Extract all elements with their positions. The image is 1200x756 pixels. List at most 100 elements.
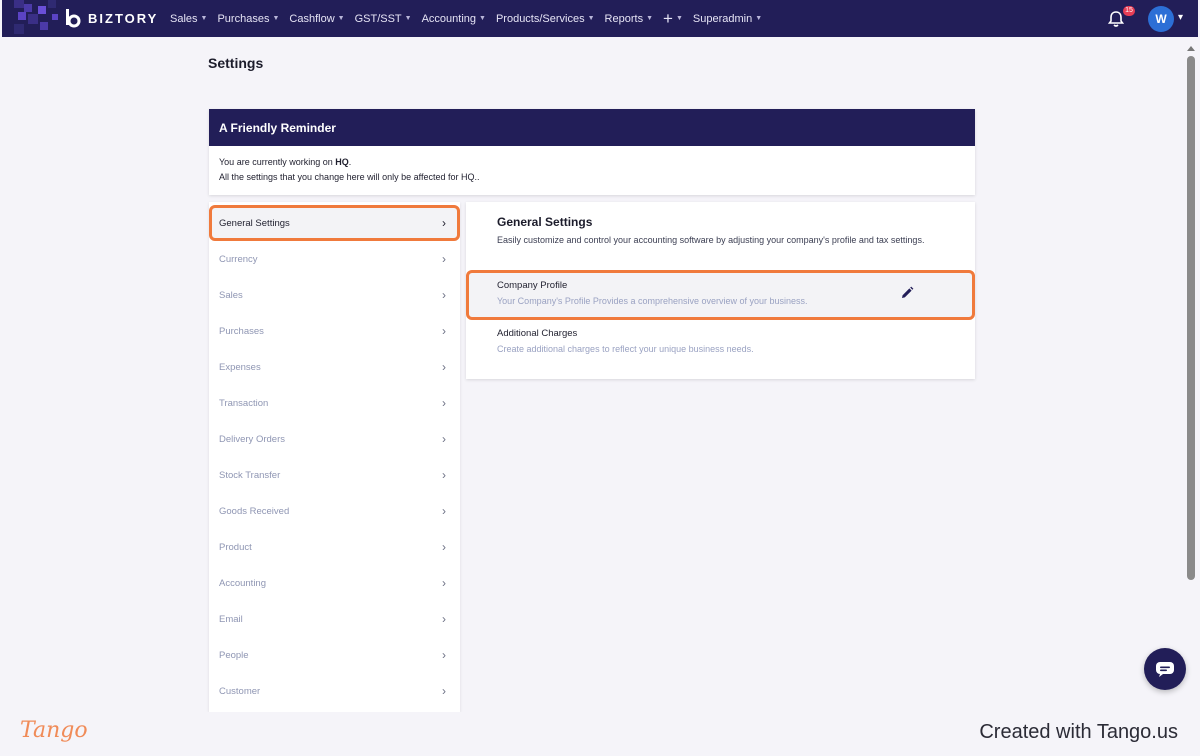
chevron-down-icon: ▼: [200, 15, 208, 22]
tango-footer: Tango Created with Tango.us: [0, 712, 1200, 756]
top-navigation-bar: BIZTORY Sales ▼ Purchases ▼ Cashflow ▼ GST/…: [2, 0, 1198, 37]
chevron-right-icon: ›: [442, 648, 446, 662]
sidebar-item-label: General Settings: [219, 217, 290, 229]
sidebar-item-email[interactable]: Email ›: [209, 601, 460, 637]
sidebar-item-label: Accounting: [219, 577, 267, 589]
reminder-body: You are currently working on HQ. All the…: [209, 146, 975, 194]
sidebar-item-general-settings[interactable]: General Settings ›: [209, 205, 460, 241]
sidebar-item-label: Email: [219, 613, 243, 625]
chevron-down-icon: ▼: [479, 15, 486, 22]
reminder-line-1: You are currently working on HQ.: [219, 155, 965, 170]
nav-label: Superadmin: [692, 12, 753, 25]
sidebar-item-label: Stock Transfer: [219, 469, 281, 481]
general-settings-panel: General Settings Easily customize and co…: [466, 202, 975, 379]
chevron-down-icon[interactable]: ▾: [1178, 12, 1183, 23]
sidebar-item-product[interactable]: Product ›: [209, 529, 460, 565]
brand-mark-icon: [66, 9, 81, 28]
chevron-right-icon: ›: [442, 324, 446, 338]
option-title: Additional Charges: [497, 328, 578, 339]
branch-name: HQ: [335, 157, 349, 167]
chevron-right-icon: ›: [442, 612, 446, 626]
sidebar-item-label: Transaction: [219, 397, 269, 409]
option-title: Company Profile: [497, 280, 568, 291]
sidebar-item-label: Expenses: [219, 361, 261, 373]
notification-count-badge: 15: [1123, 6, 1135, 16]
sidebar-item-transaction[interactable]: Transaction ›: [209, 385, 460, 421]
chevron-right-icon: ›: [442, 468, 446, 482]
nav-label: GST/SST: [354, 12, 402, 25]
sidebar-item-expenses[interactable]: Expenses ›: [209, 349, 460, 385]
nav-label: Purchases: [217, 12, 270, 25]
chevron-right-icon: ›: [442, 432, 446, 446]
sidebar-item-currency[interactable]: Currency ›: [209, 241, 460, 277]
sidebar-item-goods-received[interactable]: Goods Received ›: [209, 493, 460, 529]
nav-products-services[interactable]: Products/Services ▼: [496, 13, 595, 25]
reminder-text: .: [348, 157, 352, 167]
chevron-right-icon: ›: [442, 360, 446, 374]
sidebar-item-delivery-orders[interactable]: Delivery Orders ›: [209, 421, 460, 457]
reminder-text: You are currently working on: [219, 157, 336, 167]
chevron-down-icon: ▼: [646, 15, 654, 22]
pencil-icon[interactable]: [900, 286, 914, 300]
plus-icon: +: [663, 9, 673, 28]
nav-purchases[interactable]: Purchases ▼: [217, 13, 279, 25]
sidebar-item-label: Currency: [219, 253, 258, 265]
settings-sidebar: General Settings › Currency › Sales › Purch…: [209, 202, 460, 712]
nav-label: Products/Services: [495, 12, 585, 25]
chevron-right-icon: ›: [442, 216, 446, 230]
nav-reports[interactable]: Reports ▼: [605, 13, 653, 25]
chevron-down-icon: ▼: [755, 15, 763, 22]
chat-support-button[interactable]: [1144, 648, 1186, 690]
brand-name: BIZTORY: [88, 10, 159, 26]
reminder-line-2: All the settings that you change here wi…: [219, 172, 480, 182]
sidebar-item-label: Delivery Orders: [219, 433, 285, 445]
chevron-down-icon: ▼: [404, 15, 412, 22]
chevron-right-icon: ›: [442, 288, 446, 302]
sidebar-item-accounting[interactable]: Accounting ›: [209, 565, 460, 601]
sidebar-item-label: Product: [219, 541, 252, 553]
user-avatar[interactable]: W: [1148, 6, 1174, 32]
main-nav: Sales ▼ Purchases ▼ Cashflow ▼ GST/SST ▼ Acc…: [170, 0, 762, 37]
nav-label: Accounting: [421, 12, 477, 25]
nav-superadmin[interactable]: Superadmin ▼: [693, 13, 762, 25]
sidebar-item-sales[interactable]: Sales ›: [209, 277, 460, 313]
nav-label: Sales: [170, 12, 198, 25]
chevron-right-icon: ›: [442, 684, 446, 698]
brand-logo[interactable]: BIZTORY: [64, 8, 158, 28]
nav-cashflow[interactable]: Cashflow ▼: [289, 13, 344, 25]
page-title: Settings: [208, 55, 264, 71]
page-scrollbar[interactable]: [1186, 44, 1196, 714]
nav-gst-sst[interactable]: GST/SST ▼: [355, 13, 412, 25]
scrollbar-thumb[interactable]: [1187, 56, 1195, 580]
scroll-up-icon[interactable]: [1187, 44, 1195, 52]
chevron-right-icon: ›: [442, 396, 446, 410]
sidebar-item-purchases[interactable]: Purchases ›: [209, 313, 460, 349]
nav-quick-add[interactable]: + ▼: [663, 10, 683, 27]
chevron-right-icon: ›: [442, 252, 446, 266]
option-description: Your Company's Profile Provides a compre…: [497, 296, 808, 306]
panel-description: Easily customize and control your accoun…: [497, 235, 925, 245]
sidebar-item-people[interactable]: People ›: [209, 637, 460, 673]
sidebar-item-label: Goods Received: [219, 505, 290, 517]
option-company-profile[interactable]: Company Profile Your Company's Profile P…: [466, 270, 975, 320]
chevron-down-icon: ▼: [587, 15, 595, 22]
sidebar-item-label: People: [219, 649, 249, 661]
avatar-initial: W: [1155, 12, 1167, 26]
option-additional-charges[interactable]: Additional Charges Create additional cha…: [466, 318, 975, 368]
friendly-reminder-card: A Friendly Reminder You are currently wo…: [209, 109, 975, 195]
chevron-down-icon: ▼: [272, 15, 280, 22]
sidebar-item-customer[interactable]: Customer ›: [209, 673, 460, 709]
chevron-right-icon: ›: [442, 576, 446, 590]
nav-label: Cashflow: [289, 12, 335, 25]
panel-title: General Settings: [497, 215, 593, 229]
chat-icon: [1156, 662, 1174, 677]
sidebar-item-label: Sales: [219, 289, 243, 301]
sidebar-item-stock-transfer[interactable]: Stock Transfer ›: [209, 457, 460, 493]
chevron-down-icon: ▼: [337, 15, 345, 22]
sidebar-item-label: Customer: [219, 685, 261, 697]
nav-accounting[interactable]: Accounting ▼: [422, 13, 486, 25]
tango-logo: Tango: [20, 718, 88, 743]
reminder-title: A Friendly Reminder: [209, 109, 975, 146]
nav-sales[interactable]: Sales ▼: [170, 13, 207, 25]
nav-label: Reports: [604, 12, 644, 25]
